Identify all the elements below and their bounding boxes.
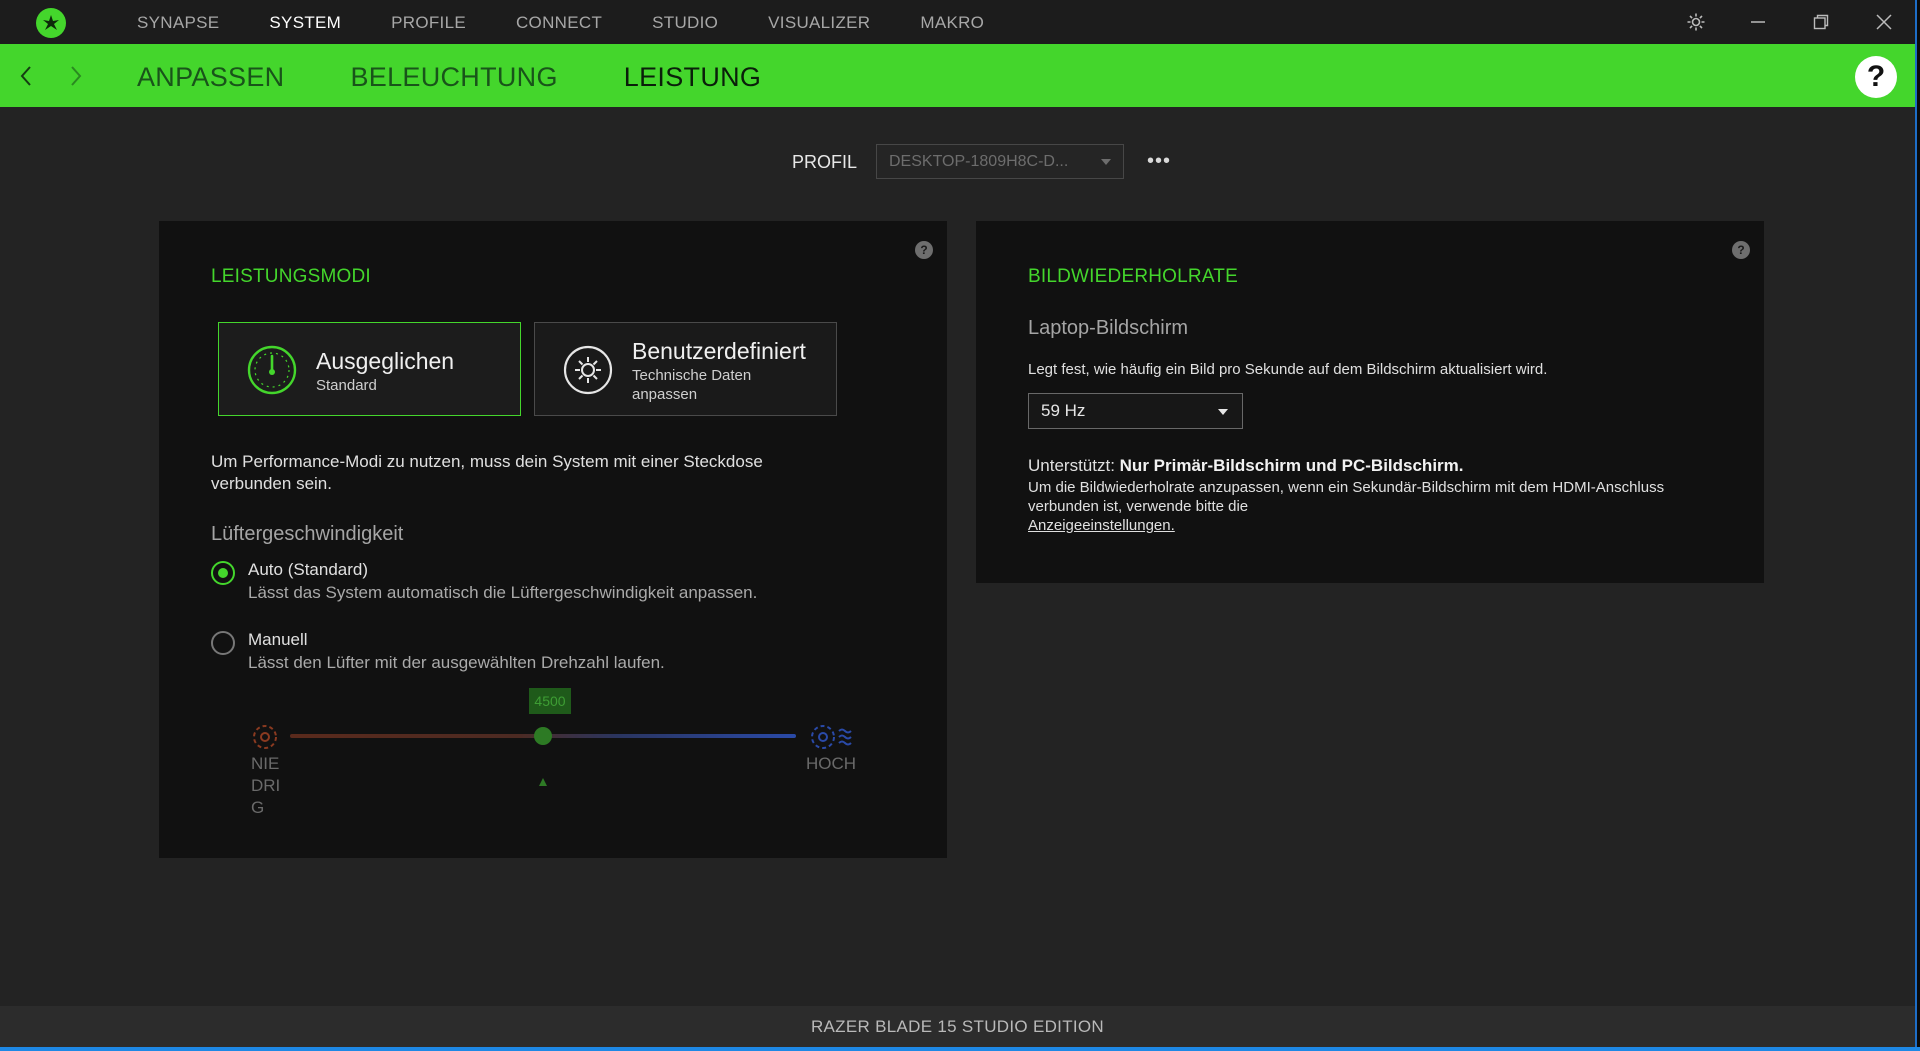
settings-gear-icon[interactable] [1676, 0, 1716, 44]
fan-manual-desc: Lässt den Lüfter mit der ausgewählten Dr… [248, 653, 665, 672]
performance-help-icon[interactable]: ? [915, 241, 933, 259]
app-window: SYNAPSE SYSTEM PROFILE CONNECT STUDIO VI… [0, 0, 1915, 1047]
refresh-rate-panel: ? BILDWIEDERHOLRATE Laptop-Bildschirm Le… [976, 221, 1764, 583]
slider-value: 4500 [529, 688, 571, 714]
supported-value: Nur Primär-Bildschirm und PC-Bildschirm. [1119, 456, 1464, 475]
refresh-rate-value: 59 Hz [1041, 401, 1086, 420]
refresh-hint: Um die Bildwiederholrate anzupassen, wen… [1028, 478, 1718, 535]
main-nav: SYNAPSE SYSTEM PROFILE CONNECT STUDIO VI… [112, 0, 1009, 44]
mode-sub-custom: Technische Daten anpassen [632, 367, 752, 403]
nav-system[interactable]: SYSTEM [244, 0, 366, 44]
chevron-down-icon [1101, 159, 1111, 165]
slider-low-label: NIEDRIG [251, 754, 281, 817]
fan-speed-heading: Lüftergeschwindigkeit [211, 523, 404, 545]
custom-gear-icon [563, 345, 613, 395]
nav-connect[interactable]: CONNECT [491, 0, 627, 44]
mode-sub-balanced: Standard [316, 377, 377, 394]
fan-auto-desc: Lässt das System automatisch die Lüfterg… [248, 583, 758, 602]
tab-beleuchtung[interactable]: BELEUCHTUNG [350, 44, 557, 107]
display-settings-link[interactable]: Anzeigeeinstellungen. [1028, 517, 1175, 534]
supported-line: Unterstützt: Nur Primär-Bildschirm und P… [1028, 455, 1464, 477]
chevron-down-icon [1218, 409, 1228, 415]
fan-manual-radio[interactable] [211, 631, 235, 655]
mode-name-custom: Benutzerdefiniert [632, 338, 806, 364]
mode-name-balanced: Ausgeglichen [316, 348, 455, 374]
minimize-icon[interactable] [1738, 0, 1778, 44]
close-icon[interactable] [1864, 0, 1904, 44]
nav-makro[interactable]: MAKRO [895, 0, 1009, 44]
taskbar-edge-strip [0, 1047, 1920, 1051]
refresh-rate-dropdown[interactable]: 59 Hz [1028, 393, 1243, 429]
slider-high-label: HOCH [806, 754, 857, 773]
restore-icon[interactable] [1801, 0, 1841, 44]
nav-visualizer[interactable]: VISUALIZER [743, 0, 895, 44]
more-options-button[interactable]: ••• [1147, 150, 1171, 173]
refresh-hint-text: Um die Bildwiederholrate anzupassen, wen… [1028, 479, 1665, 515]
device-status-bar: RAZER BLADE 15 STUDIO EDITION [0, 1006, 1915, 1047]
refresh-title: BILDWIEDERHOLRATE [1028, 266, 1238, 287]
help-icon[interactable]: ? [1855, 56, 1897, 98]
speedometer-icon [247, 345, 297, 395]
title-bar: SYNAPSE SYSTEM PROFILE CONNECT STUDIO VI… [0, 0, 1915, 44]
refresh-desc: Legt fest, wie häufig ein Bild pro Sekun… [1028, 361, 1548, 378]
sub-nav-bar: ANPASSEN BELEUCHTUNG LEISTUNG ? [0, 44, 1915, 107]
back-arrow-icon[interactable] [14, 62, 38, 90]
tab-anpassen[interactable]: ANPASSEN [137, 44, 284, 107]
tab-leistung[interactable]: LEISTUNG [624, 44, 761, 107]
profile-dropdown-value: DESKTOP-1809H8C-D... [889, 153, 1069, 170]
profile-dropdown[interactable]: DESKTOP-1809H8C-D... [876, 144, 1124, 179]
fan-manual-label: Manuell [248, 630, 308, 649]
fan-auto-label: Auto (Standard) [248, 560, 369, 579]
forward-arrow-icon[interactable] [64, 62, 88, 90]
slider-default-marker [539, 778, 547, 786]
refresh-help-icon[interactable]: ? [1732, 241, 1750, 259]
nav-profile[interactable]: PROFILE [366, 0, 491, 44]
supported-label: Unterstützt: [1028, 456, 1115, 475]
power-note: Um Performance-Modi zu nutzen, muss dein… [211, 452, 763, 493]
profile-label: PROFIL [792, 152, 858, 172]
performance-panel: ? LEISTUNGSMODI Ausgeglichen Standard Be… [159, 221, 947, 858]
nav-synapse[interactable]: SYNAPSE [112, 0, 244, 44]
fan-high-icon [811, 725, 852, 749]
mode-card-custom[interactable]: Benutzerdefiniert Technische Daten anpas… [534, 322, 837, 416]
razer-logo-icon[interactable] [36, 8, 66, 38]
window-edge-strip [1915, 0, 1920, 1051]
fan-low-icon [253, 725, 277, 749]
performance-title: LEISTUNGSMODI [211, 266, 371, 287]
screen-heading: Laptop-Bildschirm [1028, 317, 1189, 339]
fan-speed-slider-thumb[interactable] [534, 727, 552, 745]
fan-auto-radio[interactable] [211, 561, 235, 585]
sub-nav: ANPASSEN BELEUCHTUNG LEISTUNG [137, 44, 827, 107]
nav-studio[interactable]: STUDIO [627, 0, 743, 44]
mode-card-balanced[interactable]: Ausgeglichen Standard [218, 322, 521, 416]
